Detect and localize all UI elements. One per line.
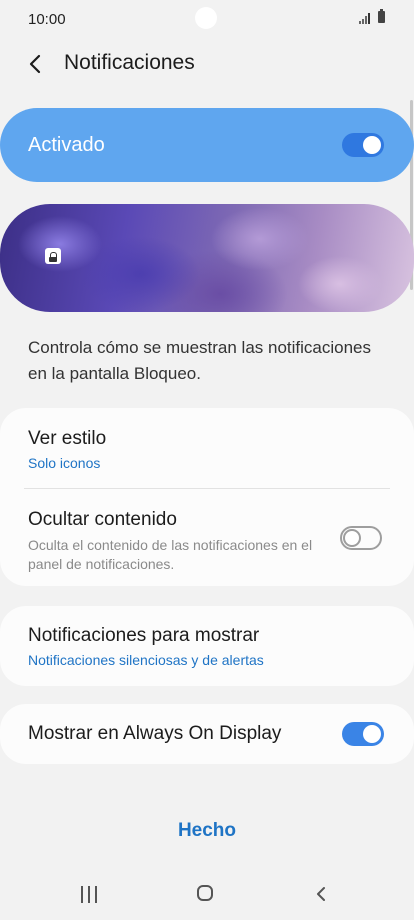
hide-content-toggle[interactable] — [340, 526, 382, 550]
page-title: Notificaciones — [64, 51, 195, 74]
notifications-to-show-row[interactable]: Notificaciones para mostrar Notificacion… — [0, 606, 414, 686]
master-toggle[interactable] — [342, 133, 384, 157]
clock: 10:00 — [28, 11, 66, 28]
always-on-display-toggle[interactable] — [342, 722, 384, 746]
home-icon[interactable] — [197, 885, 213, 901]
notifications-to-show-title: Notificaciones para mostrar — [28, 625, 260, 646]
toggle-knob — [363, 136, 381, 154]
done-button[interactable]: Hecho — [0, 820, 414, 842]
back-arrow-icon[interactable] — [24, 52, 48, 76]
master-switch-label: Activado — [28, 134, 105, 156]
lock-screen-preview — [0, 204, 414, 312]
hide-content-title: Ocultar contenido — [28, 509, 177, 530]
nav-back-icon[interactable] — [314, 886, 328, 902]
app-header: Notificaciones — [0, 42, 414, 86]
lock-icon — [45, 248, 61, 264]
settings-card-style: Ver estilo Solo iconos Ocultar contenido… — [0, 408, 414, 586]
description-text: Controla cómo se muestran las notificaci… — [28, 338, 371, 383]
view-style-value: Solo iconos — [28, 455, 101, 471]
hide-content-row[interactable]: Ocultar contenido Oculta el contenido de… — [0, 489, 414, 586]
view-style-title: Ver estilo — [28, 428, 107, 449]
always-on-display-row[interactable]: Mostrar en Always On Display — [0, 704, 414, 764]
battery-icon — [378, 9, 385, 23]
recents-icon[interactable] — [81, 886, 97, 903]
front-camera-cutout — [195, 7, 217, 29]
signal-icon — [359, 13, 373, 24]
always-on-display-title: Mostrar en Always On Display — [28, 723, 282, 744]
notifications-to-show-value: Notificaciones silenciosas y de alertas — [28, 652, 264, 668]
status-bar: 10:00 — [0, 0, 414, 38]
master-switch-bar[interactable]: Activado — [0, 108, 414, 182]
toggle-knob — [363, 725, 381, 743]
toggle-knob — [343, 529, 361, 547]
view-style-row[interactable]: Ver estilo Solo iconos — [0, 408, 414, 488]
navigation-bar — [0, 870, 414, 920]
hide-content-description: Oculta el contenido de las notificacione… — [28, 537, 313, 572]
